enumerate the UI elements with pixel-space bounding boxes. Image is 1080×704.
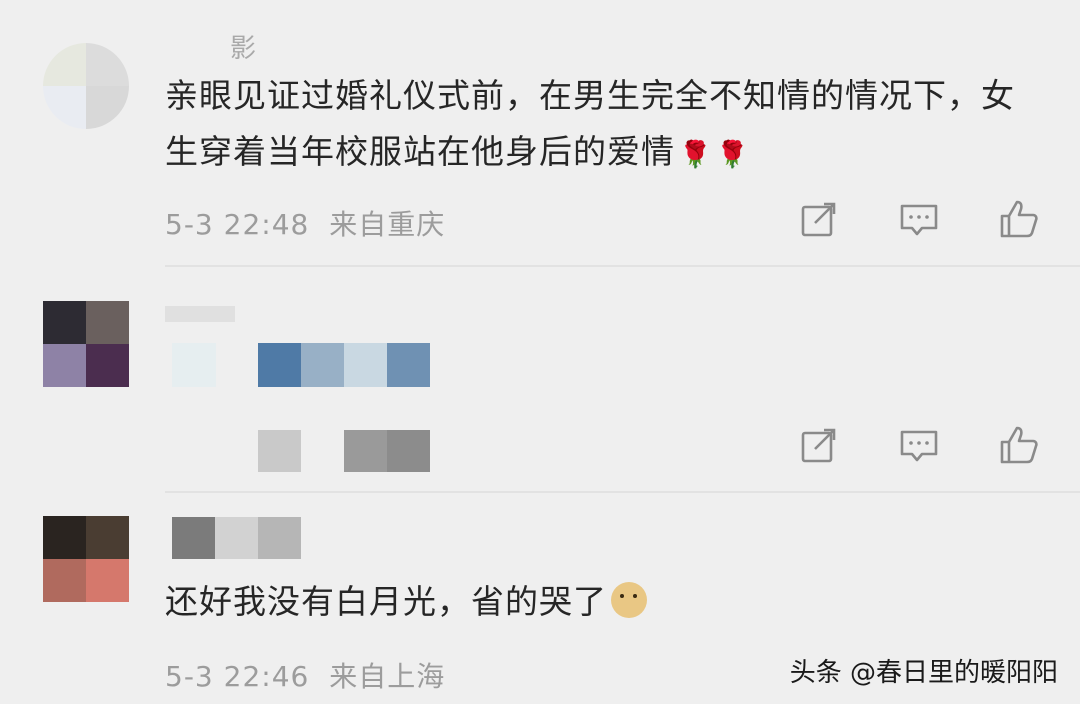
- comment-list: 影 亲眼见证过婚礼仪式前，在男生完全不知情的情况下，女生穿着当年校服站在他身后的…: [0, 0, 1080, 704]
- avatar[interactable]: [43, 516, 129, 602]
- comment-time: 5-3 22:48: [165, 208, 310, 241]
- watermark: 头条 @春日里的暖阳阳: [789, 658, 1058, 688]
- thumbs-up-icon[interactable]: [998, 424, 1040, 466]
- comment-text-content: 还好我没有白月光，省的哭了: [165, 582, 607, 621]
- comment-icon[interactable]: [898, 198, 940, 240]
- redacted-text: [301, 343, 344, 387]
- redacted-username: [215, 517, 258, 559]
- avatar[interactable]: [43, 43, 129, 129]
- redacted-username: [258, 517, 301, 559]
- comment-text: 亲眼见证过婚礼仪式前，在男生完全不知情的情况下，女生穿着当年校服站在他身后的爱情…: [165, 68, 1045, 183]
- redacted-text: [344, 343, 387, 387]
- comment-text-content: 亲眼见证过婚礼仪式前，在男生完全不知情的情况下，女生穿着当年校服站在他身后的爱情: [165, 76, 1015, 171]
- share-icon[interactable]: [798, 198, 840, 240]
- comment-icon[interactable]: [898, 424, 940, 466]
- doge-emoji: [611, 582, 647, 618]
- redacted-meta: [344, 430, 387, 472]
- comment-location: 来自上海: [329, 660, 446, 693]
- comment-time: 5-3 22:46: [165, 660, 310, 693]
- redacted-text: [387, 343, 430, 387]
- redacted-text: [258, 343, 301, 387]
- avatar[interactable]: [43, 301, 129, 387]
- comment-meta: 5-3 22:48 来自重庆: [165, 203, 445, 243]
- rose-emoji: 🌹: [679, 140, 713, 170]
- redacted-meta: [387, 430, 430, 472]
- comment-actions: [798, 424, 1040, 466]
- redacted-username: [172, 517, 215, 559]
- redacted-text: [172, 343, 216, 387]
- comment-meta: 5-3 22:46 来自上海: [165, 655, 445, 695]
- thumbs-up-icon[interactable]: [998, 198, 1040, 240]
- comment-location: 来自重庆: [329, 208, 446, 241]
- redacted-meta: [258, 430, 301, 472]
- comment-actions: [798, 198, 1040, 240]
- redacted-username: [165, 306, 235, 322]
- comment-text: 还好我没有白月光，省的哭了: [165, 574, 647, 630]
- username[interactable]: 影: [230, 28, 257, 65]
- share-icon[interactable]: [798, 424, 840, 466]
- rose-emoji: 🌹: [716, 140, 750, 170]
